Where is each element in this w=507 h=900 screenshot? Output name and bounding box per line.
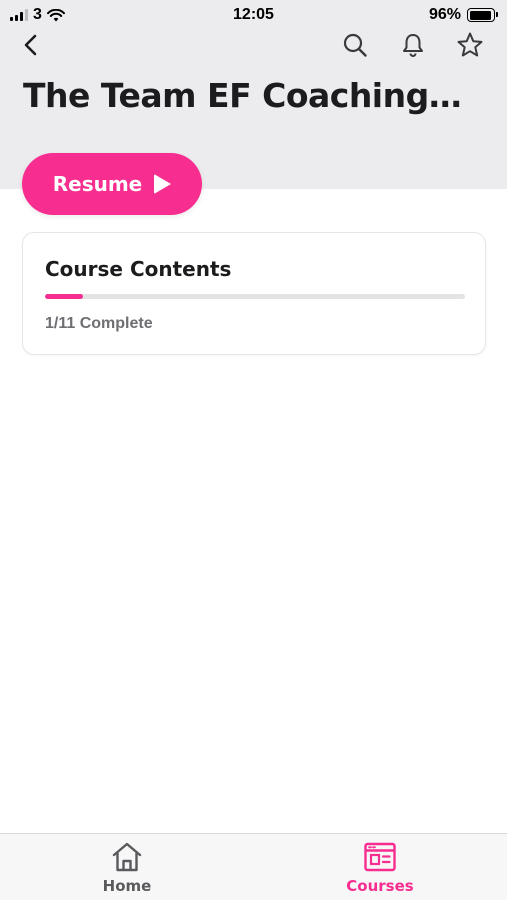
course-contents-title: Course Contents (45, 257, 232, 281)
tab-courses-label: Courses (346, 877, 414, 895)
battery-status: 96% (428, 6, 498, 24)
tab-bar: Home Courses (0, 833, 507, 900)
resume-label: Resume (52, 172, 143, 196)
chevron-left-icon (24, 34, 37, 56)
play-icon (154, 174, 172, 194)
search-icon (343, 33, 367, 57)
star-icon (457, 32, 483, 57)
resume-button[interactable]: Resume (22, 153, 202, 215)
tab-courses[interactable]: Courses (305, 834, 455, 900)
status-bar: 3 12:05 96% (0, 0, 507, 30)
course-progress-fill (45, 294, 84, 299)
tab-home[interactable]: Home (52, 834, 202, 900)
courses-icon (364, 842, 396, 872)
favorite-button[interactable] (452, 27, 488, 63)
course-progress-bar (45, 294, 465, 299)
notifications-button[interactable] (396, 28, 430, 62)
page-title: The Team EF Coaching… (23, 76, 462, 115)
back-button[interactable] (14, 30, 48, 60)
search-button[interactable] (338, 28, 372, 62)
battery-icon (467, 8, 498, 22)
tab-home-label: Home (102, 877, 152, 895)
home-icon (112, 842, 142, 872)
bell-icon (403, 34, 423, 57)
course-contents-card[interactable]: Course Contents 1/11 Complete (22, 232, 486, 355)
course-completion-status: 1/11 Complete (45, 315, 153, 332)
battery-percentage: 96% (428, 6, 461, 23)
